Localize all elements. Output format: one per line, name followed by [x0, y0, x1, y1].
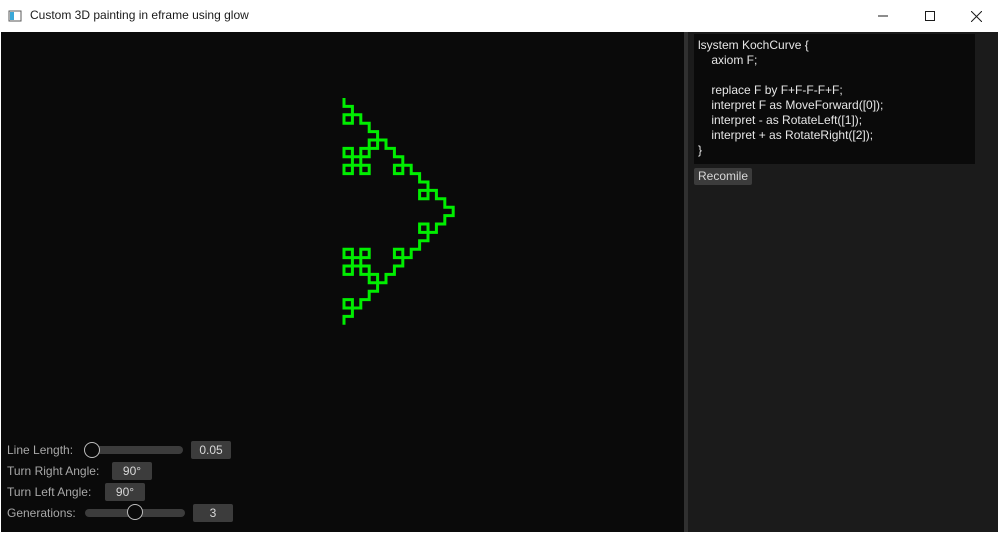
turn-left-angle-value[interactable]: 90°: [105, 483, 145, 501]
recompile-button[interactable]: Recomile: [694, 168, 753, 185]
code-line: interpret + as RotateRight([2]);: [698, 128, 874, 142]
client-area: Line Length: 0.05 Turn Right Angle: 90° …: [1, 32, 998, 532]
turn-right-angle-value[interactable]: 90°: [112, 462, 152, 480]
side-panel: lsystem KochCurve { axiom F; replace F b…: [688, 32, 998, 532]
code-line: replace F by F+F-F-F+F;: [698, 83, 843, 97]
minimize-button[interactable]: [860, 0, 906, 32]
generations-slider-handle[interactable]: [127, 504, 143, 520]
code-line: axiom F;: [698, 53, 758, 67]
maximize-icon: [925, 11, 935, 21]
code-line: interpret - as RotateLeft([1]);: [698, 113, 863, 127]
line-length-value[interactable]: 0.05: [191, 441, 231, 459]
generations-value[interactable]: 3: [193, 504, 233, 522]
close-icon: [970, 10, 982, 22]
line-length-label: Line Length:: [7, 443, 74, 457]
window-title: Custom 3D painting in eframe using glow: [30, 8, 249, 22]
line-length-slider[interactable]: [87, 446, 183, 454]
line-length-slider-handle[interactable]: [84, 442, 100, 458]
app-icon: [8, 10, 22, 22]
turn-right-angle-label: Turn Right Angle:: [7, 464, 100, 478]
generations-label: Generations:: [7, 506, 76, 520]
code-line: }: [698, 143, 703, 157]
render-canvas[interactable]: Line Length: 0.05 Turn Right Angle: 90° …: [1, 32, 684, 532]
maximize-button[interactable]: [907, 0, 953, 32]
turn-left-angle-label: Turn Left Angle:: [7, 485, 92, 499]
code-line: interpret F as MoveForward([0]);: [698, 98, 884, 112]
koch-curve-drawing: [342, 98, 455, 325]
lsystem-code-editor[interactable]: lsystem KochCurve { axiom F; replace F b…: [694, 34, 975, 164]
code-line: lsystem KochCurve {: [698, 38, 809, 52]
close-button[interactable]: [953, 0, 999, 32]
minimize-icon: [878, 15, 888, 17]
title-bar: Custom 3D painting in eframe using glow: [0, 0, 999, 32]
koch-curve-path: [342, 98, 455, 325]
